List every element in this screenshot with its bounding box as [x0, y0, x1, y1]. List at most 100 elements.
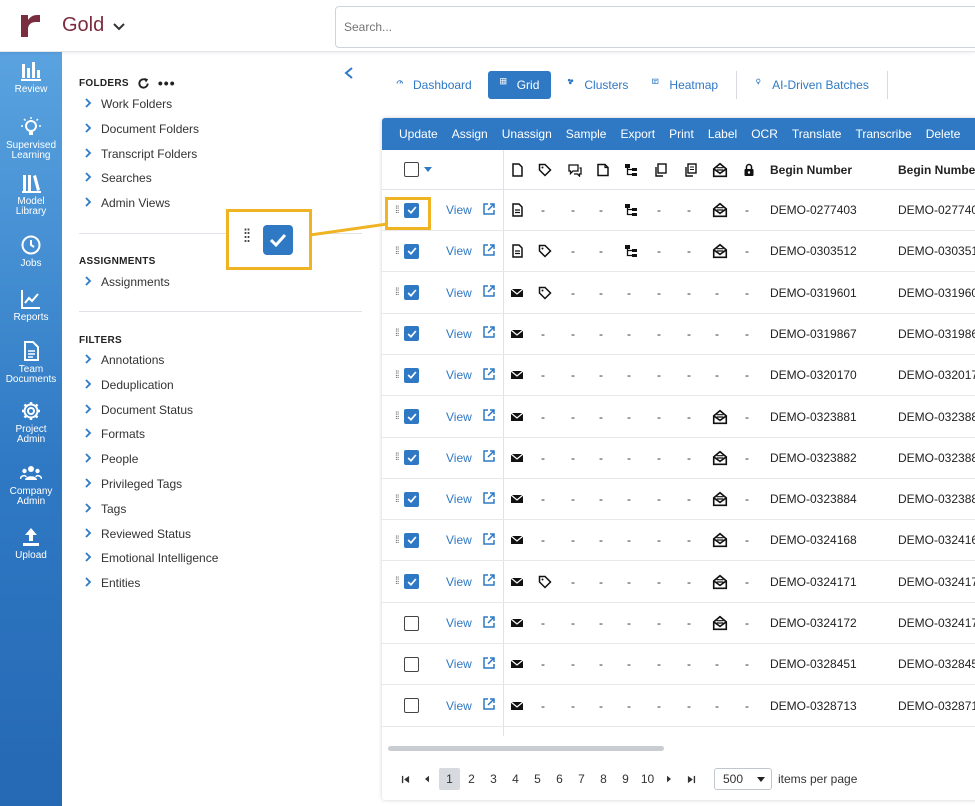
view-link[interactable]: View: [446, 231, 496, 271]
drag-handle-icon[interactable]: ⁞⁞: [395, 562, 399, 602]
row-checkbox[interactable]: [404, 603, 419, 643]
tree-item-annotations[interactable]: Annotations: [84, 353, 164, 367]
tab-heatmap[interactable]: Heatmap: [640, 71, 730, 99]
tree-item-transcript-folders[interactable]: Transcript Folders: [84, 147, 197, 161]
view-link[interactable]: View: [446, 479, 496, 519]
view-link[interactable]: View: [446, 686, 496, 726]
tab-ai-driven-batches[interactable]: AI-Driven Batches: [743, 71, 881, 99]
view-link[interactable]: View: [446, 190, 496, 230]
row-checkbox[interactable]: [404, 397, 419, 437]
action-transcribe[interactable]: Transcribe: [848, 127, 918, 141]
rail-item-project-admin[interactable]: Project Admin: [0, 400, 62, 445]
page-5[interactable]: 5: [527, 768, 548, 790]
table-row[interactable]: ⁞⁞ View - - - - - - - DEMO-0323884 DEMO-0323884: [382, 479, 975, 521]
header-comments-icon[interactable]: [568, 150, 582, 189]
collapse-panel-icon[interactable]: [342, 66, 356, 80]
page-6[interactable]: 6: [549, 768, 570, 790]
action-unassign[interactable]: Unassign: [495, 127, 559, 141]
last-page-icon[interactable]: [680, 768, 702, 790]
row-checkbox[interactable]: [404, 562, 419, 602]
drag-handle-icon[interactable]: ⁞⁞: [395, 273, 399, 313]
header-lock-icon[interactable]: [742, 150, 756, 189]
rail-item-team-documents[interactable]: Team Documents: [0, 340, 62, 385]
view-link[interactable]: View: [446, 355, 496, 395]
action-ocr[interactable]: OCR: [744, 127, 785, 141]
row-checkbox[interactable]: [404, 520, 419, 560]
header-tag-icon[interactable]: [538, 150, 552, 189]
page-size-select[interactable]: 500: [714, 768, 772, 790]
action-update[interactable]: Update: [392, 127, 445, 141]
previous-page-icon[interactable]: [416, 768, 438, 790]
view-link[interactable]: View: [446, 727, 496, 736]
row-checkbox[interactable]: [404, 190, 419, 230]
select-all-checkbox[interactable]: [404, 150, 419, 189]
table-row[interactable]: ⁞⁞ View - - - - - - - DEMO-0323881 DEMO-0323881: [382, 397, 975, 438]
tree-item-entities[interactable]: Entities: [84, 576, 140, 590]
table-row[interactable]: View - - - - - - - - DEMO-0330007 DEMO-0330007: [382, 727, 975, 736]
caret-down-icon[interactable]: [424, 150, 432, 189]
tree-item-work-folders[interactable]: Work Folders: [84, 97, 172, 111]
page-1[interactable]: 1: [439, 768, 460, 790]
action-label[interactable]: Label: [701, 127, 744, 141]
drag-handle-icon[interactable]: ⁞⁞: [395, 438, 399, 478]
action-export[interactable]: Export: [613, 127, 662, 141]
tab-grid[interactable]: Grid: [487, 71, 552, 99]
rail-item-jobs[interactable]: Jobs: [0, 234, 62, 269]
rail-item-reports[interactable]: Reports: [0, 288, 62, 323]
view-link[interactable]: View: [446, 603, 496, 643]
table-row[interactable]: ⁞⁞ View - - - - - - - DEMO-0319601 DEMO-0319601: [382, 273, 975, 314]
table-row[interactable]: ⁞⁞ View - - - - - - - - DEMO-0319867 DEMO-0319867: [382, 314, 975, 355]
first-page-icon[interactable]: [394, 768, 416, 790]
table-row[interactable]: ⁞⁞ View - - - - - DEMO-0303512 DEMO-0303512: [382, 231, 975, 273]
tree-item-searches[interactable]: Searches: [84, 171, 152, 185]
table-row[interactable]: ⁞⁞ View - - - - - - - DEMO-0324168 DEMO-0324168: [382, 520, 975, 562]
tree-item-tags[interactable]: Tags: [84, 502, 126, 516]
tree-item-document-status[interactable]: Document Status: [84, 403, 193, 417]
rail-item-supervised-learning[interactable]: Supervised Learning: [0, 116, 62, 161]
page-8[interactable]: 8: [593, 768, 614, 790]
row-checkbox[interactable]: [404, 727, 419, 736]
tree-item-document-folders[interactable]: Document Folders: [84, 122, 199, 136]
page-7[interactable]: 7: [571, 768, 592, 790]
drag-handle-icon[interactable]: ⁞⁞: [395, 314, 399, 354]
view-link[interactable]: View: [446, 314, 496, 354]
tree-item-privileged-tags[interactable]: Privileged Tags: [84, 477, 182, 491]
refresh-icon[interactable]: [137, 77, 150, 90]
page-3[interactable]: 3: [483, 768, 504, 790]
row-checkbox[interactable]: [404, 231, 419, 271]
view-link[interactable]: View: [446, 273, 496, 313]
horizontal-scrollbar[interactable]: [388, 746, 664, 751]
table-row[interactable]: View - - - - - - - - DEMO-0328713 DEMO-0328713: [382, 686, 975, 727]
row-checkbox[interactable]: [404, 273, 419, 313]
drag-handle-icon[interactable]: ⁞⁞: [395, 479, 399, 519]
header-duplicate-icon[interactable]: [654, 150, 668, 189]
view-link[interactable]: View: [446, 644, 496, 684]
app-logo[interactable]: [18, 12, 44, 40]
action-translate[interactable]: Translate: [785, 127, 849, 141]
page-4[interactable]: 4: [505, 768, 526, 790]
drag-handle-icon[interactable]: ⁞⁞: [395, 231, 399, 271]
workspace-selector[interactable]: Gold: [62, 14, 126, 37]
view-link[interactable]: View: [446, 562, 496, 602]
tree-item-formats[interactable]: Formats: [84, 427, 145, 441]
header-document-icon[interactable]: [510, 150, 524, 189]
row-checkbox[interactable]: [404, 479, 419, 519]
view-link[interactable]: View: [446, 397, 496, 437]
table-row[interactable]: ⁞⁞ View - - - - - - - - DEMO-0320170 DEMO-0320170: [382, 355, 975, 397]
view-link[interactable]: View: [446, 438, 496, 478]
table-row[interactable]: ⁞⁞ View - - - - - - DEMO-0277403 DEMO-0277403: [382, 190, 975, 231]
action-sample[interactable]: Sample: [559, 127, 614, 141]
next-page-icon[interactable]: [658, 768, 680, 790]
header-note-icon[interactable]: [596, 150, 610, 189]
row-checkbox[interactable]: [404, 314, 419, 354]
rail-item-company-admin[interactable]: Company Admin: [0, 462, 62, 507]
page-10[interactable]: 10: [637, 768, 658, 790]
tree-item-reviewed-status[interactable]: Reviewed Status: [84, 527, 191, 541]
column-header-begin-number[interactable]: Begin Number: [898, 150, 975, 189]
row-checkbox[interactable]: [404, 644, 419, 684]
tree-item-assignments[interactable]: Assignments: [84, 275, 170, 289]
more-options-icon[interactable]: •••: [158, 75, 176, 91]
header-family-tree-icon[interactable]: [624, 150, 638, 189]
tab-dashboard[interactable]: Dashboard: [384, 71, 484, 99]
header-near-duplicate-icon[interactable]: [684, 150, 698, 189]
